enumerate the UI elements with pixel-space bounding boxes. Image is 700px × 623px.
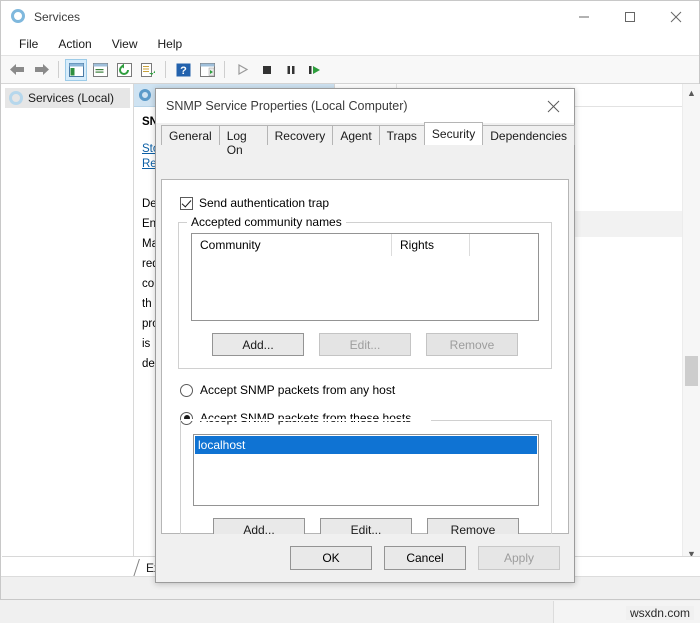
send-authentication-trap-label: Send authentication trap [199,196,330,210]
pause-service-icon[interactable] [279,59,301,81]
svg-text:?: ? [180,65,187,77]
menu-view[interactable]: View [102,34,148,54]
tab-security[interactable]: Security [423,122,484,145]
dialog-title-bar: SNMP Service Properties (Local Computer) [156,89,574,123]
menu-bar: File Action View Help [1,32,699,55]
maximize-icon[interactable] [607,1,653,32]
community-edit-button: Edit... [319,333,411,356]
cancel-button[interactable]: Cancel [384,546,466,570]
security-tab-page: Send authentication trap Accepted commun… [161,179,569,554]
accepted-community-names-legend: Accepted community names [187,215,346,229]
tree-item-label: Services (Local) [28,91,115,105]
column-header-filler [470,234,538,256]
tab-agent[interactable]: Agent [332,125,380,145]
help-icon[interactable]: ? [172,59,194,81]
export-list-icon[interactable] [137,59,159,81]
snmp-service-properties-dialog: SNMP Service Properties (Local Computer)… [155,88,575,583]
show-hide-console-tree-icon[interactable] [65,58,87,81]
dialog-title: SNMP Service Properties (Local Computer) [166,99,408,113]
accept-from-any-host-label: Accept SNMP packets from any host [200,383,396,397]
list-item[interactable]: localhost [195,436,537,454]
window-controls [561,1,699,32]
menu-help[interactable]: Help [148,34,193,54]
dialog-tab-strip: General Log On Recovery Agent Traps Security D… [156,122,575,157]
toolbar-separator [224,61,225,78]
column-header-rights[interactable]: Rights [392,234,470,256]
show-action-pane-icon[interactable] [196,59,218,81]
tab-log-on[interactable]: Log On [218,125,268,157]
toolbar: ? [1,55,699,84]
community-names-listview[interactable]: Community Rights [191,233,539,321]
send-authentication-trap-checkbox[interactable] [180,196,193,210]
title-bar: Services [1,1,699,32]
stop-service-icon[interactable] [255,59,277,81]
toolbar-separator [165,61,166,78]
minimize-icon[interactable] [561,1,607,32]
tab-dependencies[interactable]: Dependencies [482,125,575,145]
chevron-up-icon[interactable]: ▲ [683,84,700,101]
menu-action[interactable]: Action [48,34,101,54]
tab-general[interactable]: General [161,125,220,145]
toolbar-separator [58,61,59,78]
tree-item-services-local[interactable]: Services (Local) [5,88,130,108]
screen: Services File Action View Help ? Service… [0,0,700,623]
community-add-button[interactable]: Add... [212,333,304,356]
forward-icon[interactable] [30,59,52,81]
refresh-icon[interactable] [113,59,135,81]
console-tree-pane: Services (Local) [2,84,134,579]
services-gear-icon [139,89,151,101]
tab-traps[interactable]: Traps [378,125,425,145]
services-gear-icon [11,8,27,25]
column-header-community[interactable]: Community [192,234,392,256]
accept-from-any-host-radio[interactable] [180,383,193,397]
restart-service-icon[interactable] [303,59,325,81]
community-buttons: Add... Edit... Remove [191,333,539,356]
accepted-community-names-group: Accepted community names Community Right… [178,215,552,369]
hosts-listbox[interactable]: localhost [193,434,539,506]
ok-button[interactable]: OK [290,546,372,570]
window-title: Services [34,9,81,24]
dialog-content: General Log On Recovery Agent Traps Security D… [156,122,575,582]
services-gear-icon [9,91,23,105]
close-icon[interactable] [532,89,574,123]
close-icon[interactable] [653,1,699,32]
properties-icon[interactable] [89,59,111,81]
scrollbar-thumb[interactable] [685,356,698,386]
watermark: wsxdn.com [625,606,694,620]
apply-button: Apply [478,546,560,570]
menu-file[interactable]: File [9,34,48,54]
services-list-vertical-scrollbar[interactable]: ▲ ▼ [682,84,700,579]
dialog-footer: OK Cancel Apply [156,534,574,582]
send-authentication-trap-row[interactable]: Send authentication trap [180,196,554,210]
tab-recovery[interactable]: Recovery [266,125,334,145]
community-listview-header: Community Rights [192,234,538,256]
community-remove-button: Remove [426,333,518,356]
accept-from-any-host-row[interactable]: Accept SNMP packets from any host [180,383,554,397]
back-icon[interactable] [6,59,28,81]
start-service-icon[interactable] [231,59,253,81]
